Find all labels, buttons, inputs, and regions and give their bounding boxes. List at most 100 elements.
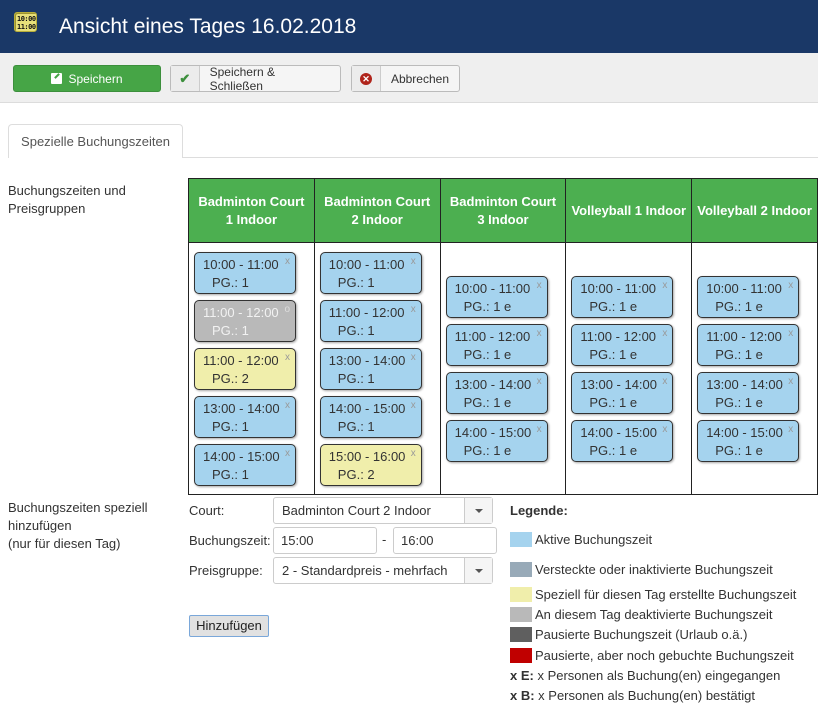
- remove-icon[interactable]: x: [285, 397, 290, 415]
- remove-icon[interactable]: x: [411, 301, 416, 319]
- slot-time: 10:00 - 11:00: [454, 280, 531, 296]
- slot-time: 13:00 - 14:00: [706, 376, 783, 392]
- schedule-table: Badminton Court 1 Indoor Badminton Court …: [188, 178, 818, 495]
- booking-slot[interactable]: 14:00 - 15:00 PG.: 1 e x: [571, 419, 674, 462]
- court-select-value: Badminton Court 2 Indoor: [282, 503, 431, 518]
- time-from-input[interactable]: 15:00: [273, 527, 377, 554]
- remove-icon[interactable]: x: [537, 325, 542, 343]
- court-column-header: Badminton Court 3 Indoor: [439, 178, 567, 243]
- close-circle-icon: ✕: [359, 72, 372, 85]
- booking-slot[interactable]: 10:00 - 11:00 PG.: 1 x: [194, 251, 296, 294]
- remove-icon[interactable]: x: [662, 325, 667, 343]
- booking-slot[interactable]: 14:00 - 15:00 PG.: 1 e x: [697, 419, 800, 462]
- save-button-label: Speichern: [68, 71, 123, 86]
- booking-slot[interactable]: 10:00 - 11:00 PG.: 1 e x: [697, 275, 800, 318]
- slot-time: 11:00 - 12:00: [203, 352, 279, 368]
- cancel-button[interactable]: ✕ Abbrechen: [351, 65, 460, 92]
- booking-slot[interactable]: 11:00 - 12:00 PG.: 1 e x: [697, 323, 800, 366]
- booking-times-section-label: Buchungszeiten und Preisgruppen: [8, 182, 178, 218]
- label-line: Buchungszeiten und: [8, 183, 126, 198]
- slot-pricegroup: PG.: 1: [337, 322, 375, 338]
- remove-icon[interactable]: x: [411, 397, 416, 415]
- remove-icon[interactable]: x: [285, 253, 290, 271]
- slot-pricegroup: PG.: 1: [337, 370, 375, 386]
- court-select[interactable]: Badminton Court 2 Indoor: [273, 497, 493, 524]
- slot-time: 10:00 - 11:00: [328, 256, 405, 272]
- remove-icon[interactable]: x: [285, 349, 290, 367]
- legend-item: Pausierte, aber noch gebuchte Buchungsze…: [510, 648, 794, 663]
- booking-slot[interactable]: 10:00 - 11:00 PG.: 1 x: [319, 251, 422, 294]
- booking-slot[interactable]: 10:00 - 11:00 PG.: 1 e x: [445, 275, 548, 318]
- booking-slot[interactable]: 13:00 - 14:00 PG.: 1 e x: [697, 371, 800, 414]
- booking-slot[interactable]: 13:00 - 14:00 PG.: 1 e x: [571, 371, 674, 414]
- legend-label: Pausierte, aber noch gebuchte Buchungsze…: [535, 648, 794, 663]
- remove-icon[interactable]: x: [537, 277, 542, 295]
- legend-item: Aktive Buchungszeit: [510, 532, 652, 547]
- remove-icon[interactable]: x: [662, 277, 667, 295]
- legend-note-key: x E:: [510, 668, 534, 683]
- booking-slot[interactable]: 11:00 - 12:00 PG.: 1 x: [319, 299, 422, 342]
- tab-special-booking-times[interactable]: Spezielle Buchungszeiten: [8, 124, 183, 158]
- remove-icon[interactable]: x: [411, 253, 416, 271]
- remove-icon[interactable]: x: [788, 421, 793, 439]
- reactivate-icon[interactable]: o: [284, 301, 290, 319]
- booking-slot[interactable]: 13:00 - 14:00 PG.: 1 e x: [445, 371, 548, 414]
- booking-slot[interactable]: 10:00 - 11:00 PG.: 1 e x: [571, 275, 674, 318]
- toolbar: Speichern ✔ Speichern & Schließen ✕ Abbr…: [0, 53, 818, 103]
- booking-slot[interactable]: 11:00 - 12:00 PG.: 1 e x: [445, 323, 548, 366]
- page-title: Ansicht eines Tages 16.02.2018: [59, 15, 357, 38]
- booking-slot[interactable]: 11:00 - 12:00 PG.: 1 e x: [571, 323, 674, 366]
- slot-pricegroup: PG.: 1 e: [715, 394, 763, 410]
- time-to-input[interactable]: 16:00: [393, 527, 497, 554]
- slot-time: 11:00 - 12:00: [706, 328, 782, 344]
- schedule-header-row: Badminton Court 1 Indoor Badminton Court …: [188, 178, 818, 243]
- legend-label: Versteckte oder inaktivierte Buchungszei…: [535, 562, 773, 577]
- remove-icon[interactable]: x: [788, 277, 793, 295]
- slot-time: 13:00 - 14:00: [328, 352, 406, 368]
- remove-icon[interactable]: x: [537, 421, 542, 439]
- slot-pricegroup: PG.: 1 e: [463, 442, 512, 458]
- remove-icon[interactable]: x: [662, 373, 667, 391]
- booking-slot[interactable]: 11:00 - 12:00 PG.: 1 o: [194, 299, 296, 342]
- remove-icon[interactable]: x: [788, 373, 793, 391]
- remove-icon[interactable]: x: [285, 445, 290, 463]
- cancel-label: Abbrechen: [390, 71, 449, 86]
- remove-icon[interactable]: x: [788, 325, 793, 343]
- slot-time: 15:00 - 16:00: [328, 448, 406, 464]
- slot-time: 13:00 - 14:00: [580, 376, 658, 392]
- court-slots-cell: 10:00 - 11:00 PG.: 1 x 11:00 - 12:00 PG.: 1 x…: [313, 242, 441, 495]
- add-button[interactable]: Hinzufügen: [189, 615, 269, 637]
- booking-slot[interactable]: 13:00 - 14:00 PG.: 1 x: [319, 347, 422, 390]
- label-line: hinzufügen: [8, 518, 72, 533]
- edit-icon: [51, 73, 63, 84]
- pricegroup-select[interactable]: 2 - Standardpreis - mehrfach: [273, 557, 493, 584]
- slot-pricegroup: PG.: 1 e: [589, 298, 638, 314]
- booking-slot[interactable]: 14:00 - 15:00 PG.: 1 x: [194, 443, 296, 486]
- booking-slot[interactable]: 11:00 - 12:00 PG.: 2 x: [194, 347, 296, 390]
- legend-label: Speziell für diesen Tag erstellte Buchun…: [535, 587, 797, 602]
- save-button[interactable]: Speichern: [13, 65, 161, 92]
- remove-icon[interactable]: x: [411, 445, 416, 463]
- slot-time: 14:00 - 15:00: [580, 424, 658, 440]
- booking-slot[interactable]: 13:00 - 14:00 PG.: 1 x: [194, 395, 296, 438]
- legend-color-swatch: [510, 648, 532, 663]
- page-header: 10:00 11:00 Ansicht eines Tages 16.02.20…: [0, 0, 818, 53]
- slot-pricegroup: PG.: 1 e: [463, 394, 512, 410]
- slot-time: 13:00 - 14:00: [203, 400, 280, 416]
- slot-time: 13:00 - 14:00: [454, 376, 532, 392]
- slot-pricegroup: PG.: 2: [337, 466, 375, 482]
- slot-time: 10:00 - 11:00: [706, 280, 782, 296]
- remove-icon[interactable]: x: [662, 421, 667, 439]
- remove-icon[interactable]: x: [411, 349, 416, 367]
- booking-slot[interactable]: 14:00 - 15:00 PG.: 1 x: [319, 395, 422, 438]
- legend-label: An diesem Tag deaktivierte Buchungszeit: [535, 607, 773, 622]
- court-label: Court:: [189, 503, 225, 518]
- save-and-close-button[interactable]: ✔ Speichern & Schließen: [170, 65, 341, 93]
- booking-slot[interactable]: 14:00 - 15:00 PG.: 1 e x: [445, 419, 548, 462]
- slot-time: 14:00 - 15:00: [706, 424, 783, 440]
- time-separator: -: [382, 532, 387, 547]
- remove-icon[interactable]: x: [537, 373, 542, 391]
- booking-slot[interactable]: 15:00 - 16:00 PG.: 2 x: [319, 443, 422, 486]
- court-column-header: Volleyball 2 Indoor: [691, 178, 818, 243]
- label-line: Preisgruppen: [8, 201, 86, 216]
